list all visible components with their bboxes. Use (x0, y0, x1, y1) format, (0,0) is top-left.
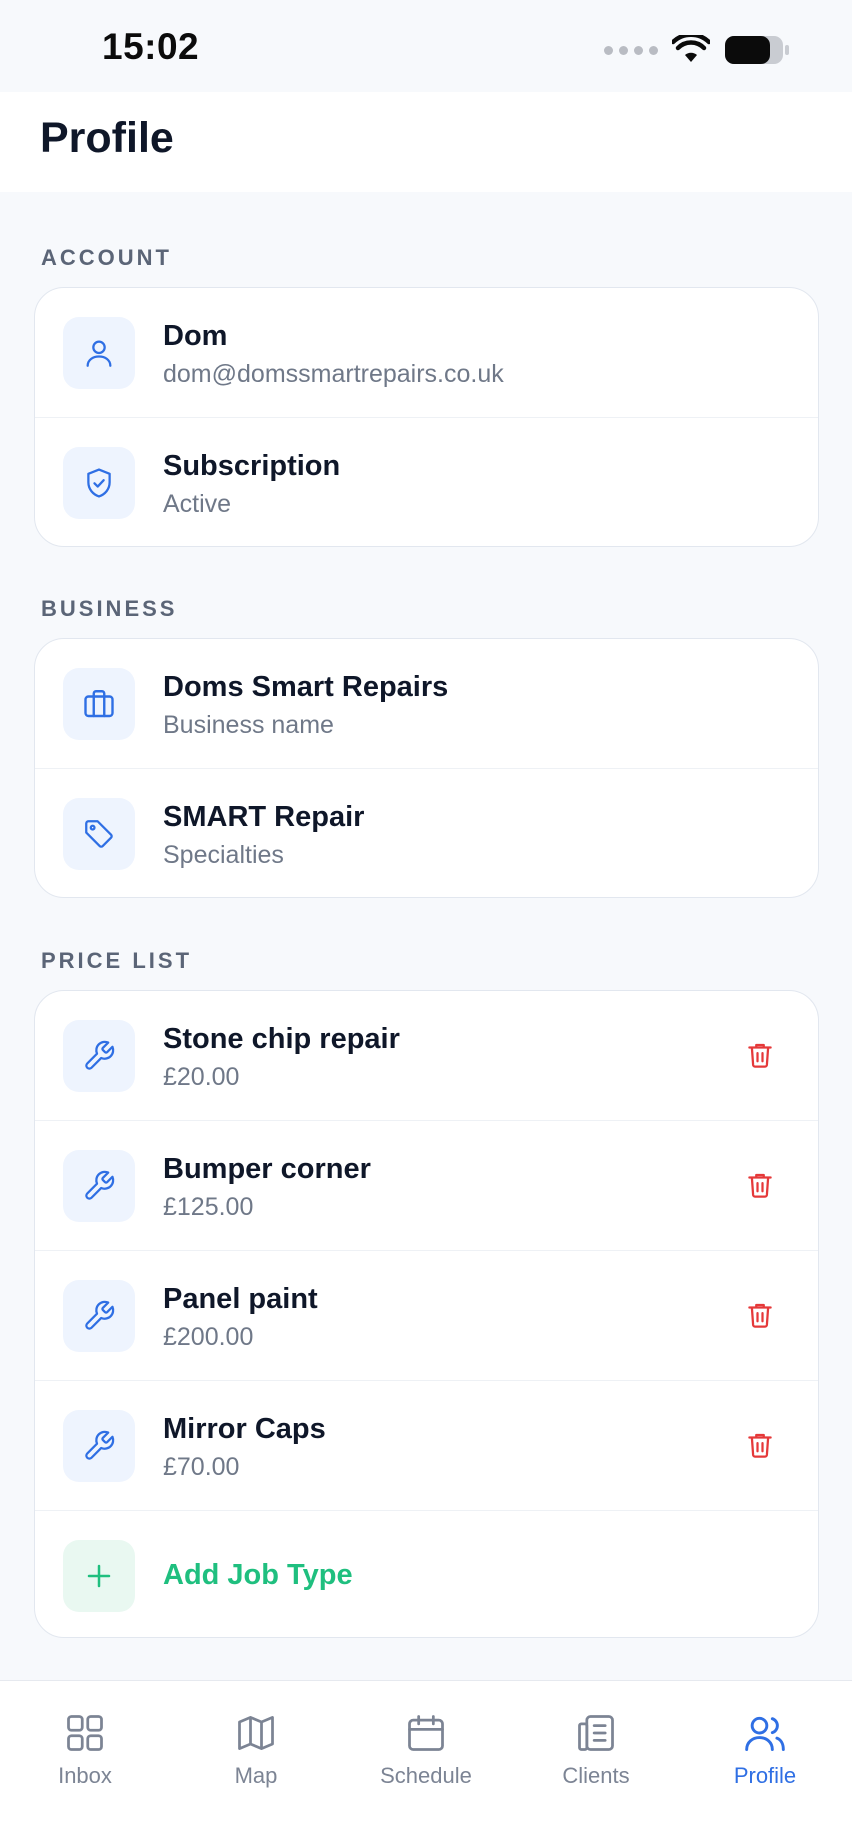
map-icon (238, 1716, 274, 1750)
specialty-label: Specialties (163, 841, 284, 869)
account-card: Dom dom@domssmartrepairs.co.uk Subscript… (34, 287, 819, 547)
price-item-title: Bumper corner (163, 1153, 371, 1185)
business-name-label: Business name (163, 711, 334, 739)
tab-label: Map (234, 1763, 278, 1788)
account-email: dom@domssmartrepairs.co.uk (163, 360, 504, 388)
price-item[interactable]: Stone chip repair £20.00 (35, 991, 818, 1121)
header: Profile (0, 92, 852, 192)
tag-icon (63, 798, 135, 870)
users-icon (745, 1716, 785, 1751)
account-name: Dom (163, 320, 228, 352)
section-label-business: BUSINESS (41, 596, 178, 621)
wrench-icon (63, 1150, 135, 1222)
calendar-icon (408, 1715, 444, 1751)
account-row-subscription[interactable]: Subscription Active (35, 418, 818, 546)
add-job-type-button[interactable]: Add Job Type (35, 1511, 818, 1637)
status-icons (604, 34, 790, 66)
wifi-icon (672, 35, 710, 62)
business-name: Doms Smart Repairs (163, 671, 449, 703)
page-title: Profile (40, 114, 174, 162)
clipboard-list-icon (578, 1715, 614, 1751)
price-item-title: Mirror Caps (163, 1413, 326, 1445)
specialty-title: SMART Repair (163, 801, 365, 833)
add-job-type-label: Add Job Type (163, 1559, 353, 1591)
signal-icon (604, 45, 658, 55)
business-card: Doms Smart Repairs Business name SMART R… (34, 638, 819, 898)
tab-label: Clients (562, 1763, 630, 1788)
price-list-card: Stone chip repair £20.00 Bumper corner £… (34, 990, 819, 1638)
tab-schedule[interactable]: Schedule (341, 1681, 511, 1801)
wrench-icon (63, 1410, 135, 1482)
grid-icon (67, 1715, 103, 1751)
section-label-account: ACCOUNT (41, 245, 172, 270)
business-row-name[interactable]: Doms Smart Repairs Business name (35, 639, 818, 769)
subscription-status: Active (163, 490, 232, 518)
business-row-specialties[interactable]: SMART Repair Specialties (35, 769, 818, 897)
tab-label: Profile (733, 1763, 797, 1788)
status-time: 15:02 (102, 26, 200, 67)
tab-profile[interactable]: Profile (680, 1681, 850, 1801)
shield-check-icon (63, 447, 135, 519)
price-item-price: £200.00 (163, 1323, 254, 1351)
tab-clients[interactable]: Clients (511, 1681, 681, 1801)
price-item-title: Panel paint (163, 1283, 318, 1315)
trash-icon[interactable] (740, 1295, 780, 1335)
plus-icon (63, 1540, 135, 1612)
trash-icon[interactable] (740, 1035, 780, 1075)
tab-map[interactable]: Map (171, 1681, 341, 1801)
briefcase-icon (63, 668, 135, 740)
price-item-price: £20.00 (163, 1063, 240, 1091)
tab-inbox[interactable]: Inbox (0, 1681, 170, 1801)
price-item-price: £125.00 (163, 1193, 254, 1221)
status-bar: 15:02 (0, 0, 852, 92)
battery-icon (725, 36, 789, 64)
wrench-icon (63, 1020, 135, 1092)
price-item[interactable]: Panel paint £200.00 (35, 1251, 818, 1381)
price-item-price: £70.00 (163, 1453, 240, 1481)
price-item[interactable]: Mirror Caps £70.00 (35, 1381, 818, 1511)
price-item[interactable]: Bumper corner £125.00 (35, 1121, 818, 1251)
account-row-user[interactable]: Dom dom@domssmartrepairs.co.uk (35, 288, 818, 418)
tab-label: Inbox (58, 1763, 112, 1788)
trash-icon[interactable] (740, 1165, 780, 1205)
tab-bar: Inbox Map Schedule Clients Profile (0, 1680, 852, 1846)
user-icon (63, 317, 135, 389)
section-label-price-list: PRICE LIST (41, 948, 193, 973)
subscription-title: Subscription (163, 450, 341, 482)
price-item-title: Stone chip repair (163, 1023, 400, 1055)
trash-icon[interactable] (740, 1425, 780, 1465)
tab-label: Schedule (380, 1763, 472, 1788)
wrench-icon (63, 1280, 135, 1352)
